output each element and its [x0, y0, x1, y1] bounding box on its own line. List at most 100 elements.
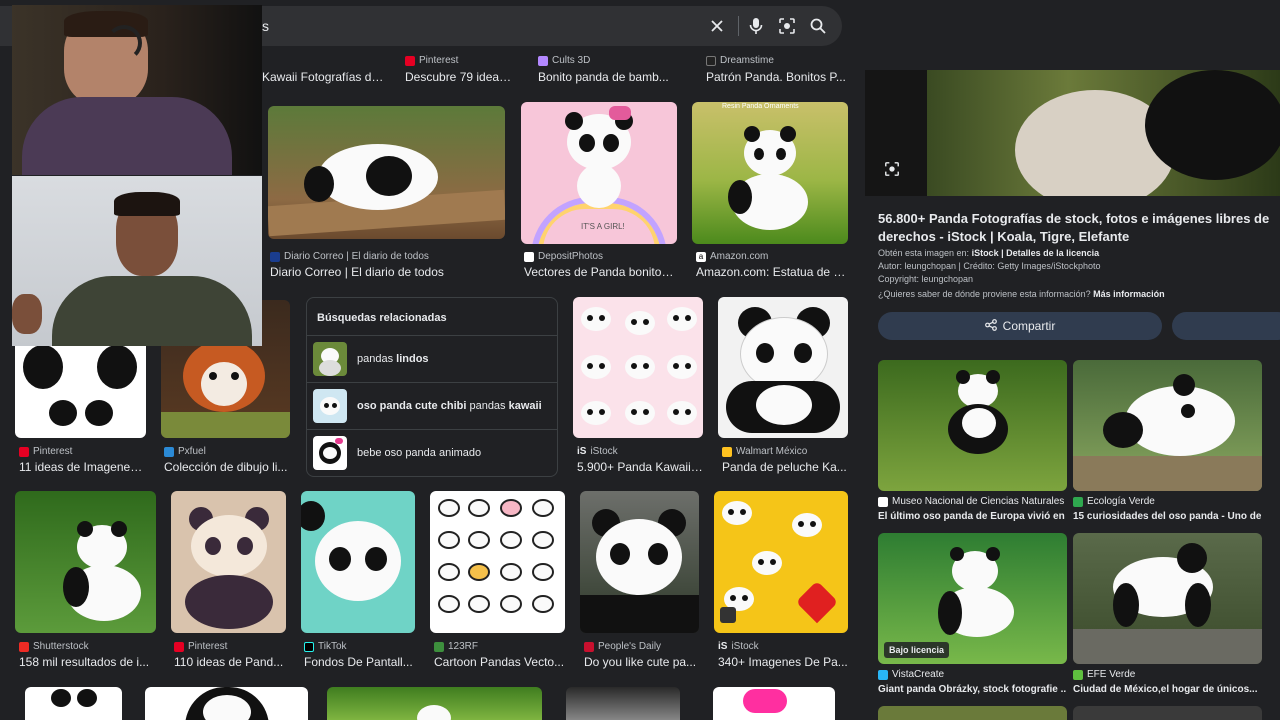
source-label: Diario Correo | El diario de todos	[284, 251, 429, 262]
result-title[interactable]: Amazon.com: Estatua de p...	[696, 265, 846, 279]
result-title[interactable]: Colección de dibujo li...	[164, 460, 290, 474]
webcam-feed-top	[12, 5, 262, 175]
panda-eye	[794, 343, 812, 363]
webcam-feed-bottom	[12, 176, 262, 346]
result-source[interactable]: 123RF	[434, 641, 478, 652]
save-icon[interactable]	[720, 607, 736, 623]
person-shirt	[22, 97, 232, 175]
result-image[interactable]	[327, 687, 542, 720]
headset-shape	[106, 25, 142, 61]
bow-shape	[609, 106, 631, 120]
result-title[interactable]: Diario Correo | El diario de todos	[270, 265, 505, 279]
result-source[interactable]: iS iStock	[718, 641, 759, 652]
related-thumb	[313, 435, 347, 470]
result-image[interactable]: Resin Panda Ornaments	[692, 102, 848, 244]
more-info-link[interactable]: Más información	[1093, 289, 1165, 299]
close-icon[interactable]	[706, 15, 728, 37]
result-image[interactable]	[714, 491, 848, 633]
image-caption: IT'S A GIRL!	[581, 222, 625, 231]
related-search-label: bebe oso panda animado	[357, 446, 482, 459]
result-source[interactable]: Dreamstime	[706, 55, 774, 66]
related-title[interactable]: 15 curiosidades del oso panda - Uno de..…	[1073, 511, 1261, 522]
related-title[interactable]: El último oso panda de Europa vivió en .…	[878, 511, 1066, 522]
result-image[interactable]	[268, 106, 505, 239]
related-search-item[interactable]: pandas lindos	[307, 335, 557, 381]
result-source[interactable]: iS iStock	[577, 446, 618, 457]
result-title[interactable]: 5.900+ Panda Kawaii ...	[577, 460, 703, 474]
shutterstock-icon	[19, 641, 29, 652]
lens-icon[interactable]	[776, 15, 798, 37]
result-image[interactable]	[713, 687, 835, 720]
result-image[interactable]	[171, 491, 286, 633]
result-image[interactable]	[25, 687, 122, 720]
result-source[interactable]: Cults 3D	[538, 55, 590, 66]
result-title[interactable]: 11 ideas de Imagenes...	[19, 460, 146, 474]
result-source[interactable]: VistaCreate	[878, 669, 944, 680]
123rf-icon	[434, 641, 444, 652]
result-image[interactable]	[15, 491, 156, 633]
result-source[interactable]: Walmart México	[722, 446, 807, 457]
related-image[interactable]	[878, 706, 1067, 720]
result-source[interactable]: Pinterest	[174, 641, 227, 652]
related-image[interactable]	[1073, 706, 1262, 720]
license-link[interactable]: iStock | Detalles de la licencia	[972, 248, 1100, 258]
related-search-item[interactable]: bebe oso panda animado	[307, 429, 557, 475]
result-image[interactable]: IT'S A GIRL!	[521, 102, 677, 244]
related-search-item[interactable]: oso panda cute chibi pandas kawaii	[307, 382, 557, 428]
result-source[interactable]: TikTok	[304, 641, 347, 652]
result-title[interactable]: Patrón Panda. Bonitos P...	[706, 70, 846, 84]
tiktok-icon	[304, 641, 314, 652]
result-title[interactable]: Fondos De Pantall...	[304, 655, 415, 669]
result-image[interactable]	[430, 491, 565, 633]
result-source[interactable]: a Amazon.com	[696, 251, 768, 262]
result-source[interactable]: People's Daily	[584, 641, 661, 652]
result-title[interactable]: Bonito panda de bamb...	[538, 70, 683, 84]
result-source[interactable]: Diario Correo | El diario de todos	[270, 251, 429, 262]
result-source[interactable]: EFE Verde	[1073, 669, 1135, 680]
source-label: TikTok	[318, 641, 347, 652]
panda-ear	[780, 126, 796, 142]
preview-title[interactable]: 56.800+ Panda Fotografías de stock, foto…	[878, 210, 1278, 246]
result-source[interactable]: Pinterest	[405, 55, 458, 66]
result-title[interactable]: 340+ Imagenes De Pa...	[718, 655, 848, 669]
result-title[interactable]: Vectores de Panda bonito, ...	[524, 265, 674, 279]
pinterest-icon	[405, 55, 415, 66]
result-image[interactable]	[566, 687, 680, 720]
result-title[interactable]: Kawaii Fotografías de...	[262, 70, 384, 84]
result-source[interactable]: Pxfuel	[164, 446, 206, 457]
result-title[interactable]: Descubre 79 ideas ...	[405, 70, 517, 84]
result-title[interactable]: 110 ideas de Pand...	[174, 655, 286, 669]
result-source[interactable]: Museo Nacional de Ciencias Naturales	[878, 496, 1064, 507]
related-image[interactable]: Bajo licencia	[878, 533, 1067, 664]
related-title[interactable]: Giant panda Obrázky, stock fotografie ..…	[878, 684, 1066, 695]
lens-icon[interactable]	[883, 160, 901, 178]
result-image[interactable]	[301, 491, 415, 633]
result-source[interactable]: Ecología Verde	[1073, 496, 1155, 507]
panda-paw	[85, 400, 113, 426]
save-button[interactable]	[1172, 312, 1280, 340]
panda-eye	[237, 537, 253, 555]
result-title[interactable]: Panda de peluche Ka...	[722, 460, 848, 474]
related-image[interactable]	[1073, 360, 1262, 491]
result-source[interactable]: Pinterest	[19, 446, 72, 457]
source-label: Ecología Verde	[1087, 496, 1155, 507]
result-image[interactable]	[718, 297, 848, 438]
result-title[interactable]: Do you like cute pa...	[584, 655, 699, 669]
source-label: Cults 3D	[552, 55, 591, 66]
related-image[interactable]	[1073, 533, 1262, 664]
search-icon[interactable]	[807, 15, 829, 37]
result-image[interactable]	[580, 491, 699, 633]
result-image[interactable]	[145, 687, 308, 720]
result-source[interactable]: Shutterstock	[19, 641, 89, 652]
preview-image[interactable]	[865, 70, 1280, 196]
result-image[interactable]	[573, 297, 703, 438]
mic-icon[interactable]	[745, 15, 767, 37]
share-button[interactable]: Compartir	[878, 312, 1162, 340]
related-image[interactable]	[878, 360, 1067, 491]
result-source[interactable]: DepositPhotos	[524, 251, 603, 262]
related-title[interactable]: Ciudad de México,el hogar de únicos...	[1073, 684, 1261, 695]
ecologiaverde-icon	[1073, 496, 1083, 507]
result-title[interactable]: 158 mil resultados de i...	[19, 655, 156, 669]
search-input[interactable]: s	[262, 18, 269, 34]
result-title[interactable]: Cartoon Pandas Vecto...	[434, 655, 565, 669]
